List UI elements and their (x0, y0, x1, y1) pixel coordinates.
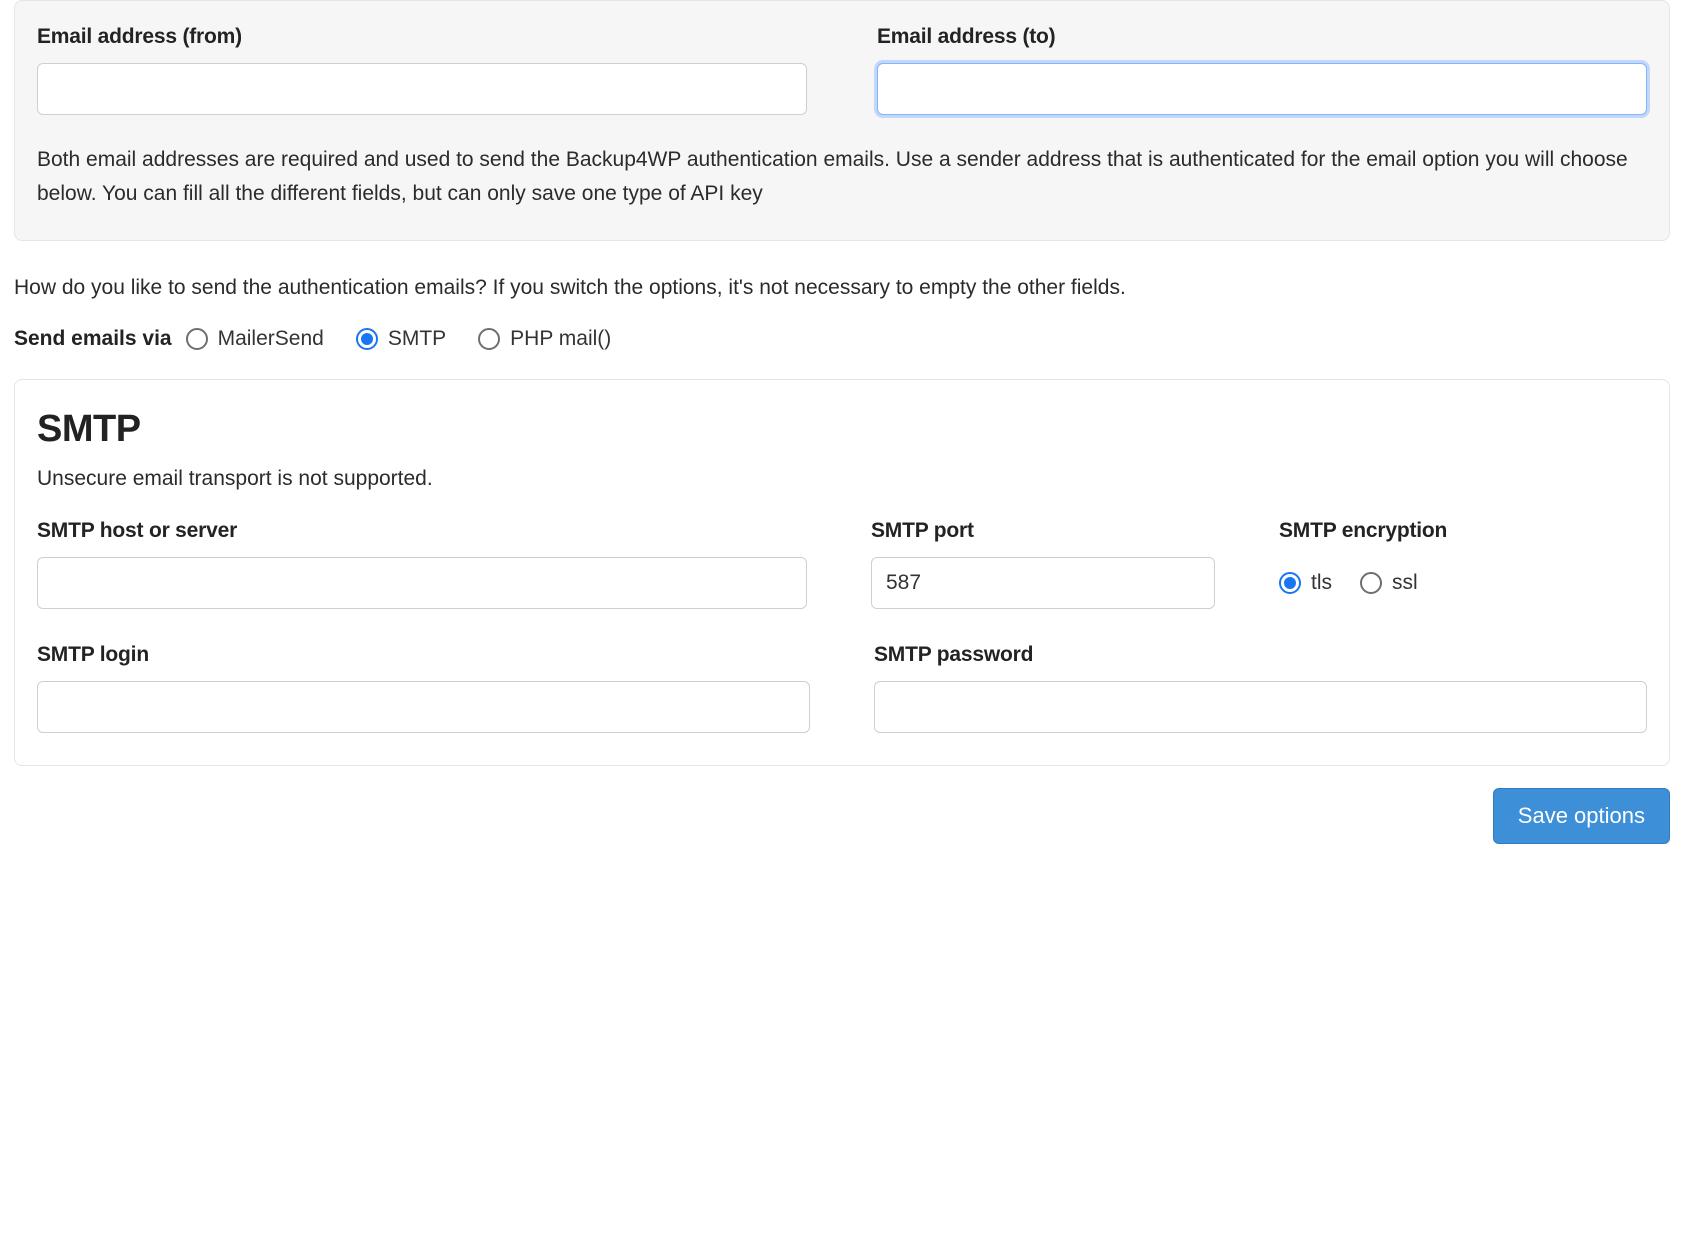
smtp-login-field: SMTP login (37, 643, 810, 733)
radio-icon (478, 328, 500, 350)
smtp-encryption-radio-group: tls ssl (1279, 557, 1647, 609)
radio-label: ssl (1392, 571, 1418, 595)
smtp-encryption-option-tls[interactable]: tls (1279, 571, 1332, 595)
smtp-host-input[interactable] (37, 557, 807, 609)
send-via-option-mailersend[interactable]: MailerSend (186, 327, 324, 351)
smtp-port-input[interactable] (871, 557, 1215, 609)
smtp-port-label: SMTP port (871, 519, 1215, 543)
email-to-input[interactable] (877, 63, 1647, 115)
smtp-host-label: SMTP host or server (37, 519, 807, 543)
smtp-card: SMTP Unsecure email transport is not sup… (14, 379, 1670, 766)
button-row: Save options (14, 788, 1670, 844)
radio-icon (1279, 572, 1301, 594)
smtp-encryption-label: SMTP encryption (1279, 519, 1647, 543)
email-to-label: Email address (to) (877, 25, 1647, 49)
email-from-field: Email address (from) (37, 25, 807, 115)
smtp-title: SMTP (37, 408, 1647, 451)
send-via-radio-group: Send emails via MailerSend SMTP PHP mail… (14, 327, 1670, 351)
send-via-label: Send emails via (14, 327, 172, 351)
email-to-field: Email address (to) (877, 25, 1647, 115)
send-via-question: How do you like to send the authenticati… (14, 271, 1670, 305)
smtp-host-field: SMTP host or server (37, 519, 807, 609)
smtp-password-label: SMTP password (874, 643, 1647, 667)
email-from-label: Email address (from) (37, 25, 807, 49)
smtp-encryption-option-ssl[interactable]: ssl (1360, 571, 1418, 595)
smtp-password-input[interactable] (874, 681, 1647, 733)
smtp-encryption-field: SMTP encryption tls ssl (1279, 519, 1647, 609)
radio-icon (356, 328, 378, 350)
radio-label: PHP mail() (510, 327, 611, 351)
radio-icon (1360, 572, 1382, 594)
save-options-button[interactable]: Save options (1493, 788, 1670, 844)
smtp-login-input[interactable] (37, 681, 810, 733)
smtp-login-label: SMTP login (37, 643, 810, 667)
email-help-text: Both email addresses are required and us… (37, 143, 1647, 210)
smtp-password-field: SMTP password (874, 643, 1647, 733)
smtp-subtitle: Unsecure email transport is not supporte… (37, 467, 1647, 491)
smtp-port-field: SMTP port (871, 519, 1215, 609)
radio-label: SMTP (388, 327, 446, 351)
send-via-option-phpmail[interactable]: PHP mail() (478, 327, 611, 351)
radio-label: MailerSend (218, 327, 324, 351)
radio-label: tls (1311, 571, 1332, 595)
send-via-option-smtp[interactable]: SMTP (356, 327, 446, 351)
email-from-input[interactable] (37, 63, 807, 115)
email-addresses-card: Email address (from) Email address (to) … (14, 0, 1670, 241)
radio-icon (186, 328, 208, 350)
